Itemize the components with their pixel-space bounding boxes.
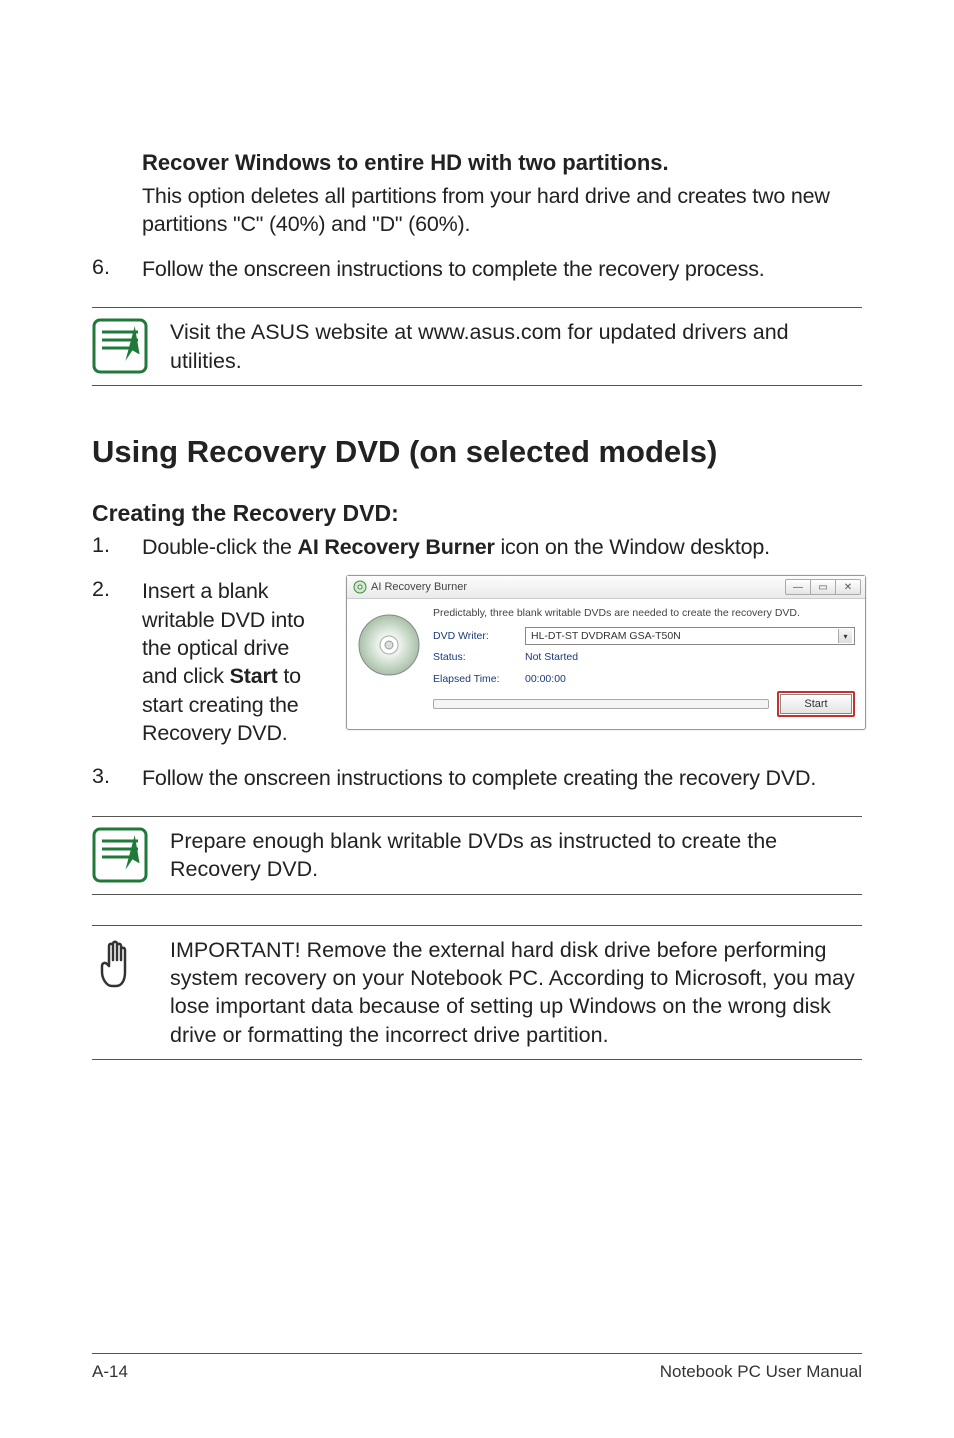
note-prepare-dvds-text: Prepare enough blank writable DVDs as in…	[170, 827, 862, 884]
hand-icon	[92, 936, 148, 992]
burner-note: Predictably, three blank writable DVDs a…	[433, 607, 855, 619]
disc-icon	[357, 613, 421, 677]
recover-option-block: Recover Windows to entire HD with two pa…	[92, 150, 862, 239]
subheading: Creating the Recovery DVD:	[92, 500, 862, 527]
step-6-text: Follow the onscreen instructions to comp…	[142, 255, 862, 283]
window-titlebar: AI Recovery Burner — ▭ ✕	[347, 576, 865, 599]
progress-bar	[433, 699, 769, 709]
dvd-writer-value: HL-DT-ST DVDRAM GSA-T50N	[531, 630, 681, 642]
start-button[interactable]: Start	[780, 694, 852, 714]
note-prepare-dvds: Prepare enough blank writable DVDs as in…	[92, 816, 862, 895]
step-1: 1. Double-click the AI Recovery Burner i…	[92, 533, 862, 561]
step-1-number: 1.	[92, 533, 142, 561]
note-icon	[92, 318, 148, 374]
elapsed-label: Elapsed Time:	[433, 673, 525, 685]
step-2-bold: Start	[230, 664, 278, 688]
step-6-number: 6.	[92, 255, 142, 283]
page-footer: A-14 Notebook PC User Manual	[92, 1353, 862, 1382]
step-2: 2. Insert a blank writable DVD into the …	[92, 577, 862, 747]
app-icon	[353, 580, 367, 594]
status-value: Not Started	[525, 651, 578, 663]
step-6: 6. Follow the onscreen instructions to c…	[92, 255, 862, 283]
step-3-number: 3.	[92, 764, 142, 792]
window-controls: — ▭ ✕	[786, 579, 861, 595]
step-1-post: icon on the Window desktop.	[495, 535, 770, 559]
important-text: IMPORTANT! Remove the external hard disk…	[170, 936, 862, 1050]
recover-option-title: Recover Windows to entire HD with two pa…	[142, 150, 862, 176]
minimize-button[interactable]: —	[785, 579, 811, 595]
recover-option-desc: This option deletes all partitions from …	[142, 182, 862, 239]
dvd-writer-label: DVD Writer:	[433, 630, 525, 642]
window-title: AI Recovery Burner	[371, 581, 467, 593]
step-1-pre: Double-click the	[142, 535, 298, 559]
status-label: Status:	[433, 651, 525, 663]
maximize-button[interactable]: ▭	[810, 579, 836, 595]
step-2-number: 2.	[92, 577, 142, 747]
page-number: A-14	[92, 1362, 128, 1382]
step-2-text: Insert a blank writable DVD into the opt…	[142, 577, 328, 747]
note-visit-asus: Visit the ASUS website at www.asus.com f…	[92, 307, 862, 386]
section-heading: Using Recovery DVD (on selected models)	[92, 434, 862, 470]
note-icon	[92, 827, 148, 883]
note-visit-asus-text: Visit the ASUS website at www.asus.com f…	[170, 318, 862, 375]
step-2-body: Insert a blank writable DVD into the opt…	[142, 577, 866, 747]
important-box: IMPORTANT! Remove the external hard disk…	[92, 925, 862, 1061]
close-button[interactable]: ✕	[835, 579, 861, 595]
elapsed-value: 00:00:00	[525, 673, 566, 685]
footer-title: Notebook PC User Manual	[660, 1362, 862, 1382]
dropdown-arrow-icon: ▾	[838, 629, 852, 643]
ai-recovery-burner-window: AI Recovery Burner — ▭ ✕	[346, 575, 866, 730]
step-1-bold: AI Recovery Burner	[298, 535, 495, 559]
step-3-text: Follow the onscreen instructions to comp…	[142, 764, 862, 792]
step-3: 3. Follow the onscreen instructions to c…	[92, 764, 862, 792]
dvd-writer-dropdown[interactable]: HL-DT-ST DVDRAM GSA-T50N ▾	[525, 627, 855, 645]
start-button-highlight: Start	[777, 691, 855, 717]
step-1-text: Double-click the AI Recovery Burner icon…	[142, 533, 862, 561]
